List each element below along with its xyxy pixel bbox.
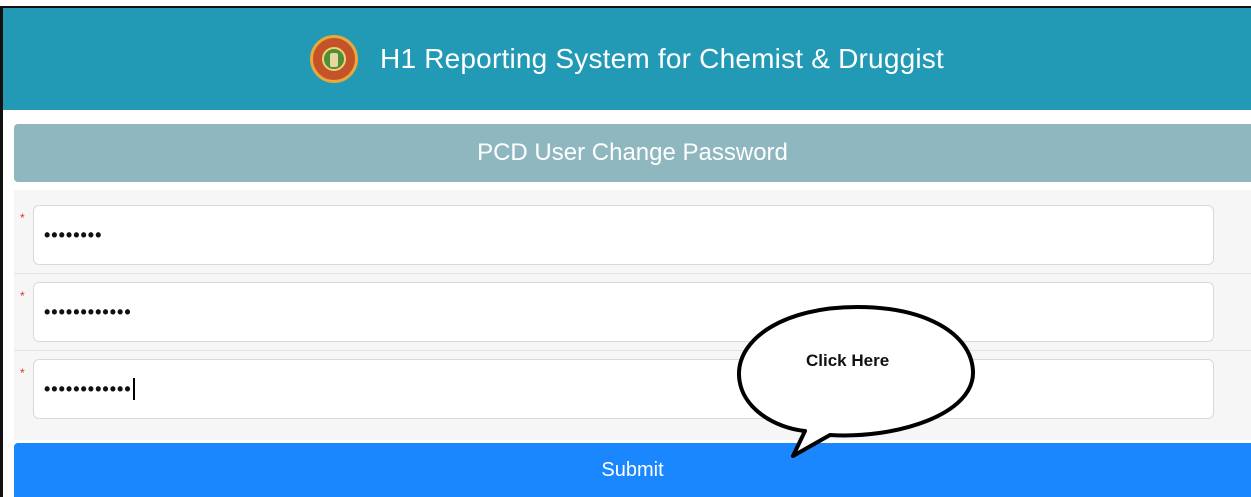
required-marker: *	[20, 289, 25, 303]
submit-label: Submit	[601, 458, 664, 481]
old-password-field[interactable]: ••••••••	[33, 205, 1214, 265]
required-marker: *	[20, 366, 25, 380]
text-cursor	[132, 378, 135, 400]
app-title: H1 Reporting System for Chemist & Druggi…	[380, 43, 944, 74]
confirm-password-value: ••••••••••••	[44, 378, 132, 399]
emblem-core	[330, 53, 339, 67]
speech-bubble-annotation	[736, 305, 976, 458]
row-divider	[14, 350, 1251, 351]
confirm-password-field[interactable]: ••••••••••••	[33, 359, 1214, 419]
new-password-value: ••••••••••••	[44, 301, 132, 322]
header-content: H1 Reporting System for Chemist & Druggi…	[3, 8, 1251, 110]
form-title-bar: PCD User Change Password	[14, 124, 1251, 182]
required-marker: *	[20, 211, 25, 225]
submit-button[interactable]: Submit	[14, 443, 1251, 497]
new-password-field[interactable]: ••••••••••••	[33, 282, 1214, 342]
row-divider	[14, 273, 1251, 274]
header-bar: H1 Reporting System for Chemist & Druggi…	[3, 6, 1251, 110]
old-password-value: ••••••••	[44, 224, 103, 245]
state-emblem-icon	[310, 35, 359, 83]
page: H1 Reporting System for Chemist & Druggi…	[0, 0, 1251, 497]
form-title: PCD User Change Password	[477, 139, 788, 166]
callout-text: Click Here	[806, 351, 890, 370]
